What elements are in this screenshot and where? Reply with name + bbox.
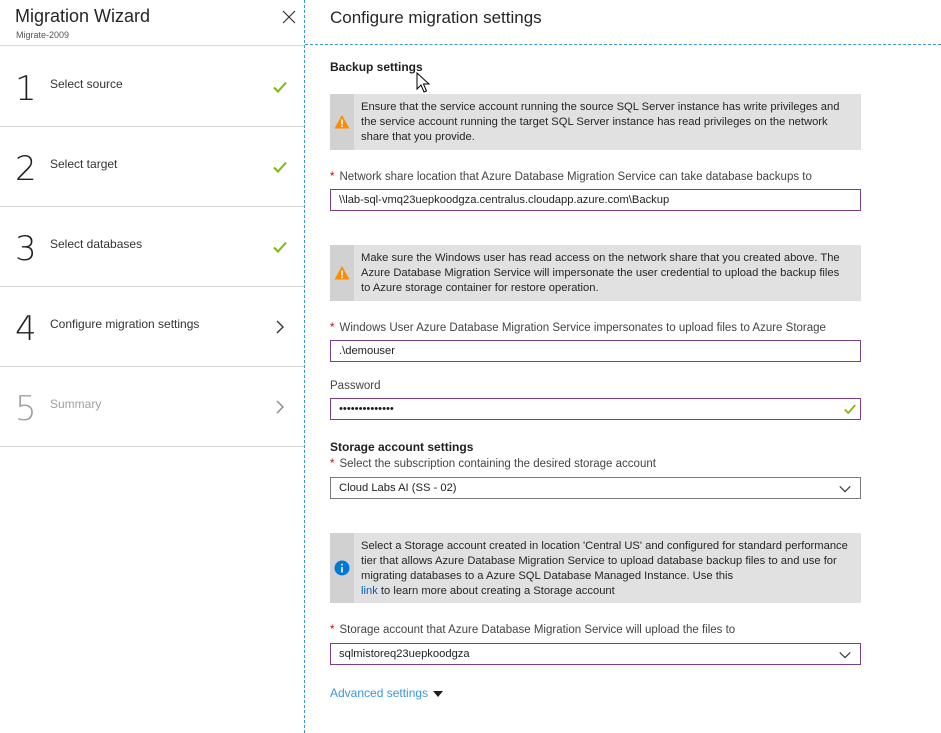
step-label: Select source <box>50 77 123 91</box>
storage-account-value: sqlmistoreq23uepkoodgza <box>339 648 470 660</box>
checkmark-icon <box>273 81 287 93</box>
network-share-input[interactable]: \\lab-sql-vmq23uepkoodgza.centralus.clou… <box>330 189 861 211</box>
subscription-label: * Select the subscription containing the … <box>330 458 656 470</box>
chevron-down-icon <box>839 485 851 493</box>
step-number: 4 <box>15 309 37 349</box>
page-title: Configure migration settings <box>330 8 542 27</box>
caret-down-icon <box>433 690 444 697</box>
mouse-cursor-icon <box>416 72 430 93</box>
learn-more-link[interactable]: link <box>361 585 378 597</box>
storage-info-banner: Select a Storage account created in loca… <box>330 533 861 603</box>
warning-text: Make sure the Windows user has read acce… <box>361 252 840 294</box>
close-icon[interactable] <box>281 9 297 25</box>
password-value: •••••••••••••• <box>339 403 394 415</box>
step-label: Select target <box>50 157 118 171</box>
warning-icon <box>334 266 350 280</box>
chevron-right-icon <box>276 400 284 414</box>
wizard-panel: Migration Wizard Migrate-2009 1 Select s… <box>0 0 305 733</box>
checkmark-icon <box>273 161 287 173</box>
panel-divider <box>304 0 305 733</box>
network-share-label: * Network share location that Azure Datab… <box>330 171 812 183</box>
step-number: 5 <box>15 389 37 429</box>
wizard-header: Migration Wizard Migrate-2009 <box>0 0 305 46</box>
storage-account-dropdown[interactable]: sqlmistoreq23uepkoodgza <box>330 643 861 665</box>
step-label: Configure migration settings <box>50 317 200 331</box>
step-select-databases[interactable]: 3 Select databases <box>0 207 305 287</box>
checkmark-icon <box>844 404 856 415</box>
advanced-settings-label: Advanced settings <box>330 686 429 700</box>
backup-settings-heading: Backup settings <box>330 60 423 74</box>
warning-icon-bar <box>330 94 354 150</box>
storage-account-label: * Storage account that Azure Database Mig… <box>330 624 736 636</box>
step-configure-migration-settings[interactable]: 4 Configure migration settings <box>0 287 305 367</box>
checkmark-icon <box>273 241 287 253</box>
windows-user-input[interactable]: .\demouser <box>330 340 861 362</box>
info-text: Select a Storage account created in loca… <box>361 540 848 597</box>
wizard-title: Migration Wizard <box>15 6 151 26</box>
warning-icon-bar <box>330 245 354 301</box>
warning-text: Ensure that the service account running … <box>361 101 840 143</box>
warning-icon <box>334 115 350 129</box>
step-number: 1 <box>15 69 37 109</box>
advanced-settings-link[interactable]: Advanced settings <box>330 686 444 700</box>
info-icon-bar <box>330 533 354 603</box>
wizard-subtitle: Migrate-2009 <box>16 30 70 40</box>
step-label: Select databases <box>50 237 143 251</box>
password-label: Password <box>330 380 381 392</box>
chevron-right-icon <box>276 320 284 334</box>
step-select-source[interactable]: 1 Select source <box>0 47 305 127</box>
chevron-down-icon <box>839 651 851 659</box>
step-label: Summary <box>50 397 102 411</box>
subscription-value: Cloud Labs AI (SS - 02) <box>339 482 457 494</box>
windows-user-warning: Make sure the Windows user has read acce… <box>330 245 861 301</box>
step-summary[interactable]: 5 Summary <box>0 367 305 447</box>
step-select-target[interactable]: 2 Select target <box>0 127 305 207</box>
storage-settings-heading: Storage account settings <box>330 440 474 454</box>
info-icon <box>334 560 350 576</box>
subscription-dropdown[interactable]: Cloud Labs AI (SS - 02) <box>330 477 861 499</box>
step-number: 3 <box>15 229 37 269</box>
step-number: 2 <box>15 149 37 189</box>
backup-privileges-warning: Ensure that the service account running … <box>330 94 861 150</box>
password-input[interactable]: •••••••••••••• <box>330 398 861 420</box>
header-divider <box>305 44 941 45</box>
windows-user-label: * Windows User Azure Database Migration S… <box>330 322 826 334</box>
